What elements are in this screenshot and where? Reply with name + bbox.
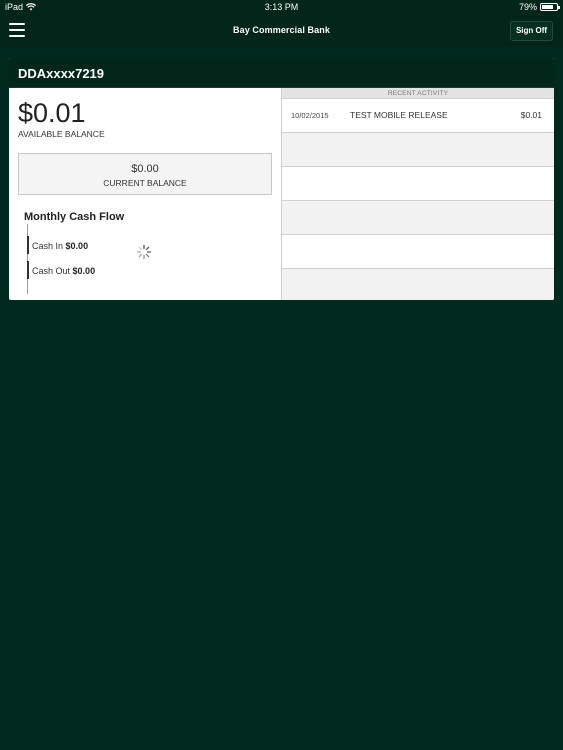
recent-activity-pane: RECENT ACTIVITY 10/02/2015 TEST MOBILE R… [281,88,554,300]
cash-in-bar [27,236,29,254]
recent-activity-header: RECENT ACTIVITY [282,88,554,99]
cash-flow-title: Monthly Cash Flow [24,211,125,223]
balance-pane: $0.01 AVAILABLE BALANCE $0.00 CURRENT BA… [9,88,281,300]
account-name[interactable]: DDAxxxx7219 [9,58,554,88]
battery-icon [540,3,560,11]
table-row [282,201,554,235]
tx-date: 10/02/2015 [291,111,329,120]
current-balance-amount: $0.00 [131,163,159,175]
tx-description: TEST MOBILE RELEASE [350,110,448,120]
table-row [282,269,554,300]
sign-off-button[interactable]: Sign Off [510,21,553,41]
table-row [282,235,554,269]
account-card: DDAxxxx7219 $0.01 AVAILABLE BALANCE $0.0… [9,58,554,300]
cash-flow-axis [27,224,28,294]
cash-out-label: Cash Out [32,266,71,276]
table-row[interactable]: 10/02/2015 TEST MOBILE RELEASE $0.01 [282,99,554,133]
status-time: 3:13 PM [264,2,299,12]
account-body: $0.01 AVAILABLE BALANCE $0.00 CURRENT BA… [9,88,554,300]
battery-percent: 79% [518,2,537,12]
available-balance-label: AVAILABLE BALANCE [18,129,105,139]
table-row [282,133,554,167]
cash-in-label: Cash In [32,241,64,251]
status-right: 79% [518,2,560,12]
nav-bar: Bay Commercial Bank Sign Off [0,15,563,47]
tx-amount: $0.01 [520,110,542,120]
cash-out-row: Cash Out $0.00 [32,266,95,276]
cash-out-bar [27,261,29,279]
bank-title: Bay Commercial Bank [233,25,330,35]
table-row [282,167,554,201]
cash-in-value: $0.00 [65,241,89,251]
current-balance-box: $0.00 CURRENT BALANCE [18,153,272,195]
current-balance-label: CURRENT BALANCE [103,178,187,188]
loading-spinner-icon [136,244,152,260]
cash-in-row: Cash In $0.00 [32,241,88,251]
status-bar: iPad 3:13 PM 79% [0,0,563,15]
available-balance-amount: $0.01 [18,98,86,128]
cash-out-value: $0.00 [72,266,96,276]
